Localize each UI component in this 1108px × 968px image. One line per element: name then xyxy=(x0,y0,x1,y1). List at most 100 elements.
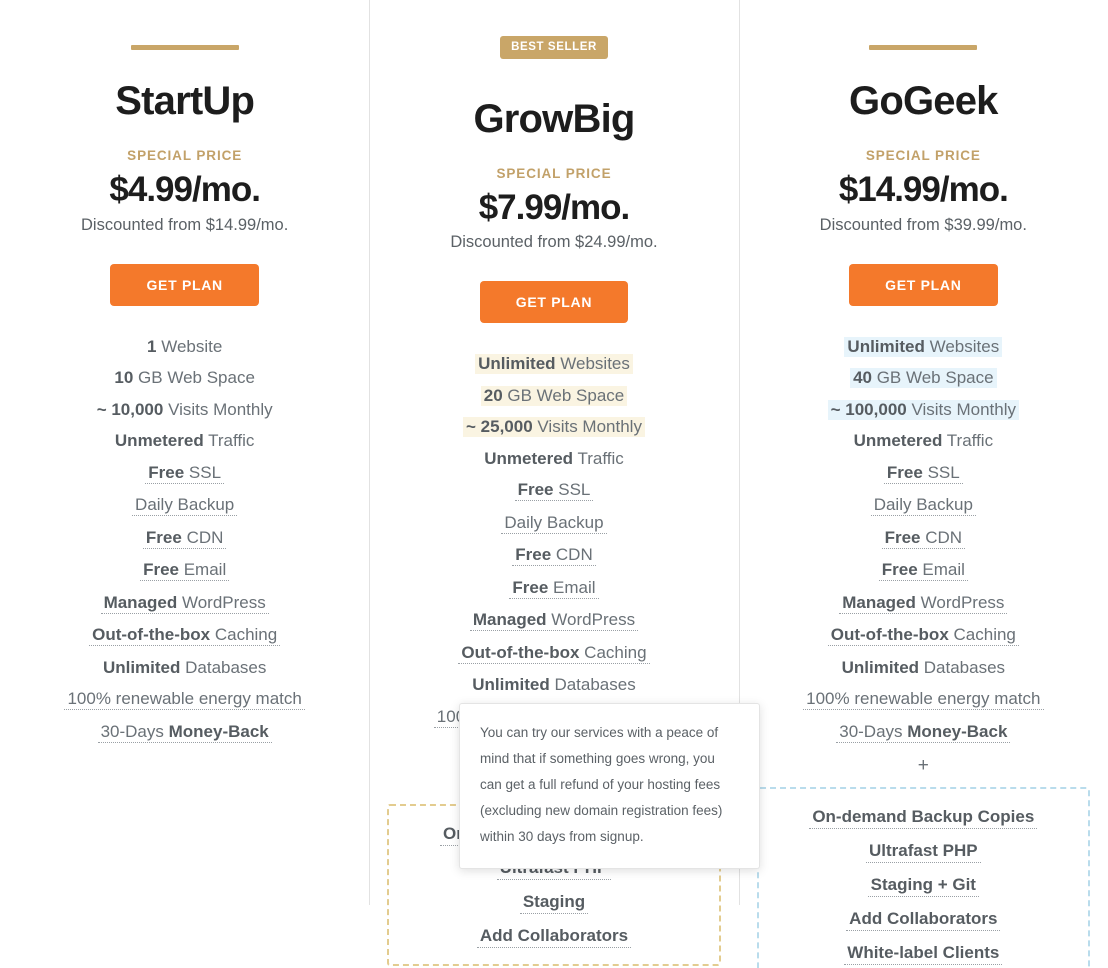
get-plan-button[interactable]: GET PLAN xyxy=(849,264,997,306)
extras-item[interactable]: Add Collaborators xyxy=(769,909,1078,931)
feature-item[interactable]: Free SSL xyxy=(749,463,1098,484)
feature-rest: 100% renewable energy match xyxy=(806,689,1040,708)
extras-item-label: White-label Clients xyxy=(844,943,1002,965)
feature-emphasis: Managed xyxy=(473,610,547,629)
extras-item[interactable]: On-demand Backup Copies xyxy=(769,807,1078,829)
feature-item[interactable]: Free CDN xyxy=(10,528,359,549)
feature-item: Unlimited Websites xyxy=(749,337,1098,357)
plan-discount-note: Discounted from $14.99/mo. xyxy=(10,216,359,235)
extras-item[interactable]: Add Collaborators xyxy=(399,926,708,948)
feature-text: Daily Backup xyxy=(501,513,606,534)
extras-item[interactable]: Staging + Git xyxy=(769,875,1078,897)
feature-rest: 100% renewable energy match xyxy=(67,689,301,708)
feature-item[interactable]: 100% renewable energy match xyxy=(10,689,359,710)
feature-text: Out-of-the-box Caching xyxy=(89,625,280,646)
get-plan-button[interactable]: GET PLAN xyxy=(110,264,258,306)
best-seller-badge-wrap: BEST SELLER xyxy=(379,45,728,68)
feature-rest: WordPress xyxy=(916,593,1005,612)
feature-item[interactable]: Free CDN xyxy=(379,545,728,566)
plan-price: $4.99/mo. xyxy=(10,172,359,209)
feature-emphasis: Unlimited xyxy=(478,354,555,373)
extras-plus-separator: + xyxy=(749,756,1098,775)
feature-item[interactable]: 30-Days Money-Back xyxy=(10,722,359,743)
feature-item: ~ 10,000 Visits Monthly xyxy=(10,400,359,420)
feature-item[interactable]: 30-Days Money-Back xyxy=(749,722,1098,743)
feature-text: 100% renewable energy match xyxy=(64,689,304,710)
extras-item-label: Add Collaborators xyxy=(477,926,631,948)
feature-item[interactable]: Managed WordPress xyxy=(749,593,1098,614)
feature-item: Unmetered Traffic xyxy=(10,431,359,451)
feature-emphasis: Out-of-the-box xyxy=(831,625,949,644)
feature-emphasis-trailing: Money-Back xyxy=(907,722,1007,741)
feature-rest: Databases xyxy=(919,658,1005,677)
feature-rest: Websites xyxy=(925,337,999,356)
feature-item[interactable]: Free SSL xyxy=(379,480,728,501)
feature-emphasis: ~ 100,000 xyxy=(831,400,907,419)
feature-item: Unlimited Databases xyxy=(10,658,359,678)
feature-emphasis: Out-of-the-box xyxy=(92,625,210,644)
feature-rest: Daily Backup xyxy=(504,513,603,532)
feature-item[interactable]: Free Email xyxy=(379,578,728,599)
feature-emphasis: Free xyxy=(148,463,184,482)
feature-text: 30-Days Money-Back xyxy=(98,722,272,743)
feature-item[interactable]: Daily Backup xyxy=(749,495,1098,516)
feature-rest: CDN xyxy=(921,528,963,547)
feature-text: Unmetered Traffic xyxy=(112,431,258,451)
feature-text: ~ 25,000 Visits Monthly xyxy=(463,417,645,437)
feature-text: 10 GB Web Space xyxy=(111,368,258,388)
feature-item[interactable]: Managed WordPress xyxy=(10,593,359,614)
feature-item[interactable]: Daily Backup xyxy=(379,513,728,534)
feature-emphasis: Free xyxy=(882,560,918,579)
feature-item[interactable]: Free Email xyxy=(10,560,359,581)
money-back-tooltip: You can try our services with a peace of… xyxy=(459,703,760,869)
feature-rest: Visits Monthly xyxy=(907,400,1016,419)
feature-rest: SSL xyxy=(184,463,221,482)
feature-text: Free CDN xyxy=(882,528,965,549)
feature-emphasis: ~ 10,000 xyxy=(97,400,164,419)
extras-list: On-demand Backup Copies Ultrafast PHP Stag… xyxy=(769,807,1078,968)
feature-rest: CDN xyxy=(551,545,593,564)
feature-text: 30-Days Money-Back xyxy=(836,722,1010,743)
feature-item[interactable]: Free CDN xyxy=(749,528,1098,549)
feature-text: Free SSL xyxy=(145,463,224,484)
feature-item[interactable]: Out-of-the-box Caching xyxy=(379,643,728,664)
feature-item[interactable]: Free SSL xyxy=(10,463,359,484)
feature-text: Out-of-the-box Caching xyxy=(828,625,1019,646)
feature-item: ~ 100,000 Visits Monthly xyxy=(749,400,1098,420)
plan-discount-note: Discounted from $24.99/mo. xyxy=(379,233,728,252)
feature-item[interactable]: Out-of-the-box Caching xyxy=(749,625,1098,646)
feature-emphasis: Out-of-the-box xyxy=(461,643,579,662)
plan-price: $7.99/mo. xyxy=(379,190,728,227)
feature-text: Daily Backup xyxy=(871,495,976,516)
extras-box: On-demand Backup Copies Ultrafast PHP Stag… xyxy=(757,787,1090,968)
feature-item: Unlimited Websites xyxy=(379,354,728,374)
feature-emphasis: Unmetered xyxy=(115,431,204,450)
feature-text: ~ 10,000 Visits Monthly xyxy=(94,400,276,420)
feature-emphasis: Free xyxy=(143,560,179,579)
plan-name: StartUp xyxy=(10,81,359,121)
extras-item[interactable]: Staging xyxy=(399,892,708,914)
feature-item[interactable]: Managed WordPress xyxy=(379,610,728,631)
plan-name: GrowBig xyxy=(379,99,728,139)
feature-rest: Daily Backup xyxy=(135,495,234,514)
feature-item: Unmetered Traffic xyxy=(749,431,1098,451)
extras-item[interactable]: White-label Clients xyxy=(769,943,1078,965)
get-plan-button[interactable]: GET PLAN xyxy=(480,281,628,323)
feature-item[interactable]: Daily Backup xyxy=(10,495,359,516)
extras-item[interactable]: Ultrafast PHP xyxy=(769,841,1078,863)
feature-item[interactable]: Free Email xyxy=(749,560,1098,581)
feature-text: Free CDN xyxy=(512,545,595,566)
best-seller-badge: BEST SELLER xyxy=(500,36,608,59)
feature-emphasis: Unlimited xyxy=(103,658,180,677)
feature-rest: GB Web Space xyxy=(872,368,994,387)
feature-text: Managed WordPress xyxy=(470,610,638,631)
feature-item[interactable]: Out-of-the-box Caching xyxy=(10,625,359,646)
feature-emphasis-trailing: Money-Back xyxy=(169,722,269,741)
feature-rest: Traffic xyxy=(204,431,255,450)
feature-item[interactable]: 100% renewable energy match xyxy=(749,689,1098,710)
feature-item: Unmetered Traffic xyxy=(379,449,728,469)
special-price-label: SPECIAL PRICE xyxy=(749,148,1098,163)
feature-text: 20 GB Web Space xyxy=(481,386,628,406)
feature-item: Unlimited Databases xyxy=(749,658,1098,678)
feature-rest: WordPress xyxy=(547,610,636,629)
